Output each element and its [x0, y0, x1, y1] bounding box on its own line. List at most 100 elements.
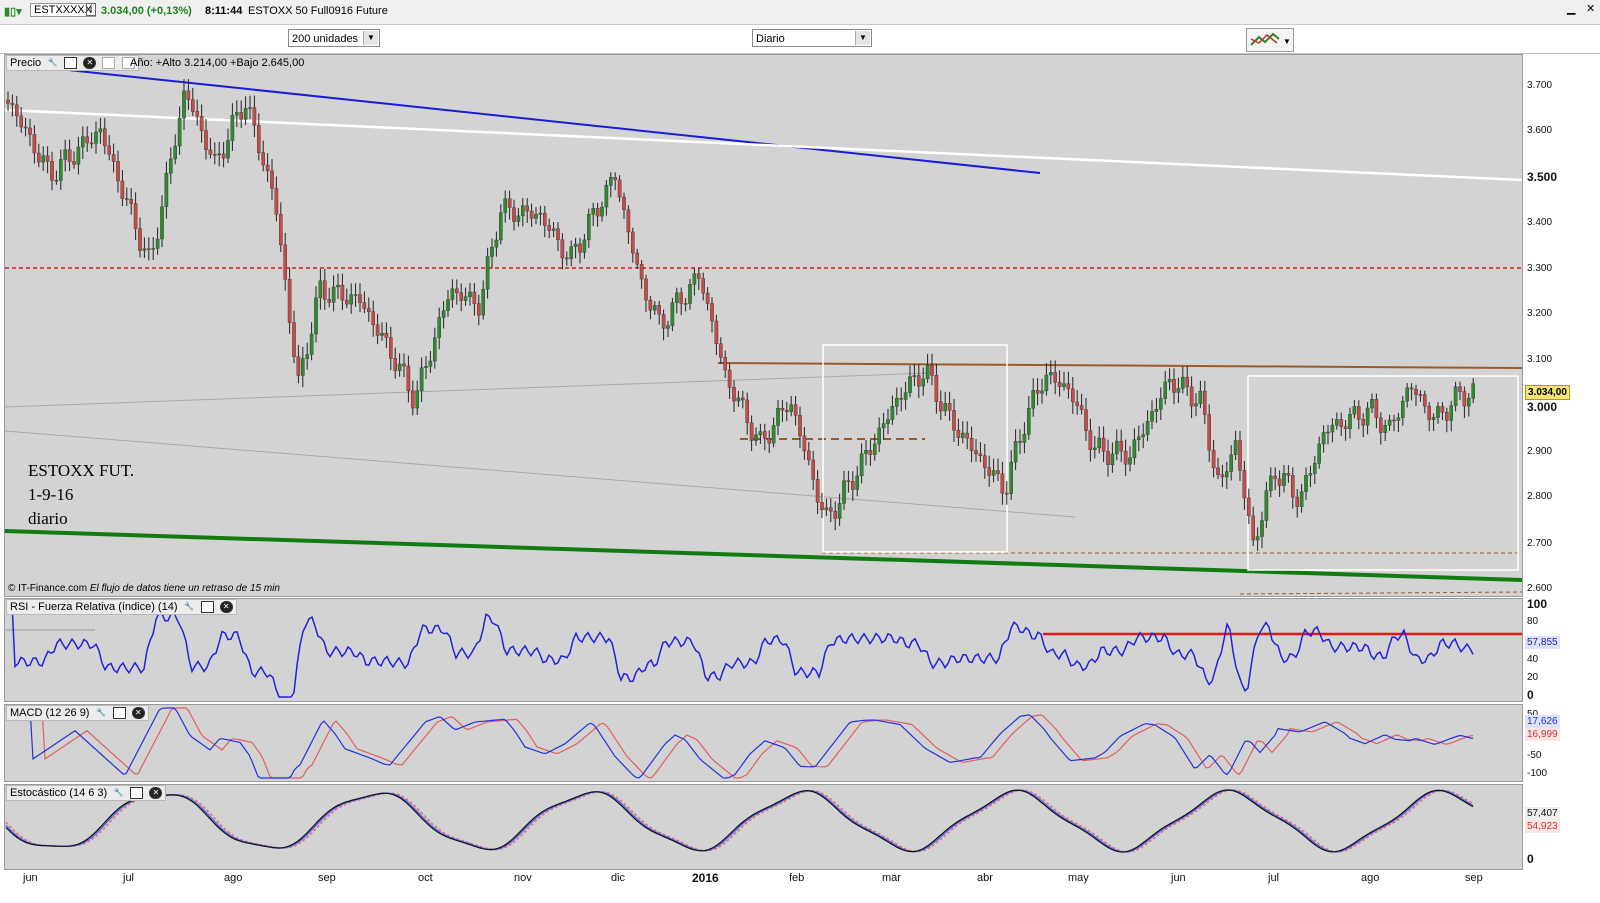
candle-body — [529, 210, 534, 219]
y-tick: 3.000 — [1527, 400, 1558, 414]
close-icon[interactable]: ✕ — [83, 57, 97, 70]
support-line-bottom[interactable] — [1239, 591, 1522, 595]
candle-body — [1057, 382, 1062, 387]
candle-body — [305, 354, 310, 359]
candle-body — [969, 438, 974, 451]
candle-body — [719, 343, 723, 358]
trend-line-green[interactable] — [5, 529, 1522, 582]
candle-body — [1145, 421, 1150, 435]
candle-body — [433, 337, 437, 362]
candle-body — [98, 128, 103, 133]
window-icon[interactable] — [130, 787, 144, 800]
candle-body — [934, 375, 939, 402]
candle-body — [710, 303, 714, 322]
rsi-y-tick: 80 — [1527, 616, 1539, 627]
candle-body — [1361, 419, 1365, 426]
x-tick: jul — [1268, 872, 1280, 884]
window-icon[interactable] — [200, 601, 214, 614]
candle-body — [63, 149, 67, 160]
candle-body — [697, 273, 701, 279]
candle-body — [1453, 386, 1458, 406]
candle-body — [807, 450, 811, 461]
close-icon[interactable]: ✕ — [131, 707, 145, 720]
candle-body — [666, 325, 670, 329]
candle-body — [956, 429, 961, 438]
candle-body — [1436, 406, 1440, 418]
y-tick: 2.900 — [1527, 446, 1553, 457]
macd-line — [6, 707, 1474, 779]
candle-body — [1110, 453, 1115, 466]
window-icon[interactable] — [64, 57, 78, 70]
candle-body — [644, 278, 648, 301]
footer-source: © IT-Finance.com — [8, 583, 88, 594]
candle-body — [503, 198, 508, 213]
candle-body — [221, 153, 226, 159]
candle-body — [763, 431, 767, 439]
candle-body — [41, 155, 45, 163]
candle-body — [591, 208, 595, 215]
candle-body — [626, 209, 631, 233]
candle-body — [1018, 441, 1022, 443]
wrench-icon[interactable]: 🔧 — [113, 788, 124, 798]
candle-body — [1167, 378, 1172, 383]
candle-body — [1268, 475, 1273, 491]
window-icon[interactable] — [112, 707, 126, 720]
x-tick: abr — [977, 872, 993, 884]
candle-body — [270, 170, 274, 189]
candlestick-series — [6, 79, 1475, 552]
candle-body — [1334, 419, 1339, 426]
trend-line-blue[interactable] — [39, 66, 1041, 174]
trend-line-grey-lower[interactable] — [5, 430, 1076, 518]
candle-body — [1330, 424, 1335, 433]
candle-body — [19, 115, 24, 128]
candle-body — [32, 134, 37, 154]
candle-body — [842, 480, 846, 504]
candle-body — [14, 104, 19, 117]
copy-icon[interactable] — [102, 57, 116, 70]
x-tick: sep — [1465, 872, 1483, 884]
candle-body — [1062, 383, 1066, 387]
candle-body — [296, 356, 301, 376]
candle-body — [450, 288, 455, 300]
candle-body — [199, 116, 204, 131]
candle-body — [283, 244, 288, 280]
candle-body — [1396, 417, 1401, 421]
candle-body — [1141, 434, 1145, 438]
candle-body — [424, 366, 428, 368]
candle-body — [987, 467, 991, 476]
x-tick: may — [1068, 872, 1089, 884]
wrench-icon[interactable]: 🔧 — [47, 58, 58, 68]
candle-body — [481, 288, 486, 316]
candle-body — [661, 314, 666, 329]
wrench-icon[interactable]: 🔧 — [96, 708, 107, 718]
candle-body — [287, 278, 292, 323]
candle-body — [494, 239, 499, 248]
candle-body — [168, 158, 173, 174]
candle-body — [1400, 400, 1405, 418]
candle-body — [1220, 474, 1225, 478]
rsi-panel-header: RSI - Fuerza Relativa (índice) (14) 🔧 ✕ — [6, 599, 237, 615]
close-icon[interactable]: ✕ — [149, 787, 163, 800]
candle-body — [1387, 419, 1392, 426]
candle-body — [208, 149, 213, 155]
price-panel-header: Precio 🔧 ✕ — [6, 55, 139, 71]
candle-body — [573, 243, 578, 247]
wrench-icon[interactable]: 🔧 — [184, 602, 195, 612]
candle-body — [1299, 491, 1304, 507]
candle-body — [917, 375, 921, 387]
candle-body — [516, 215, 521, 222]
candle-body — [890, 406, 895, 420]
candle-body — [1123, 450, 1128, 465]
candle-body — [648, 299, 653, 311]
stoch-d-badge: 54,923 — [1525, 820, 1560, 833]
candle-body — [1374, 399, 1379, 418]
resistance-line-brown[interactable] — [717, 362, 1522, 369]
annotation-line: ESTOXX FUT. — [28, 461, 135, 480]
rsi-panel-label: RSI - Fuerza Relativa (índice) (14) — [10, 601, 178, 613]
y-tick: 3.600 — [1527, 125, 1553, 136]
candle-body — [331, 286, 336, 303]
candle-body — [1026, 408, 1031, 435]
candle-body — [1066, 383, 1071, 390]
chart-canvas[interactable] — [0, 0, 1600, 903]
close-icon[interactable]: ✕ — [219, 601, 233, 614]
